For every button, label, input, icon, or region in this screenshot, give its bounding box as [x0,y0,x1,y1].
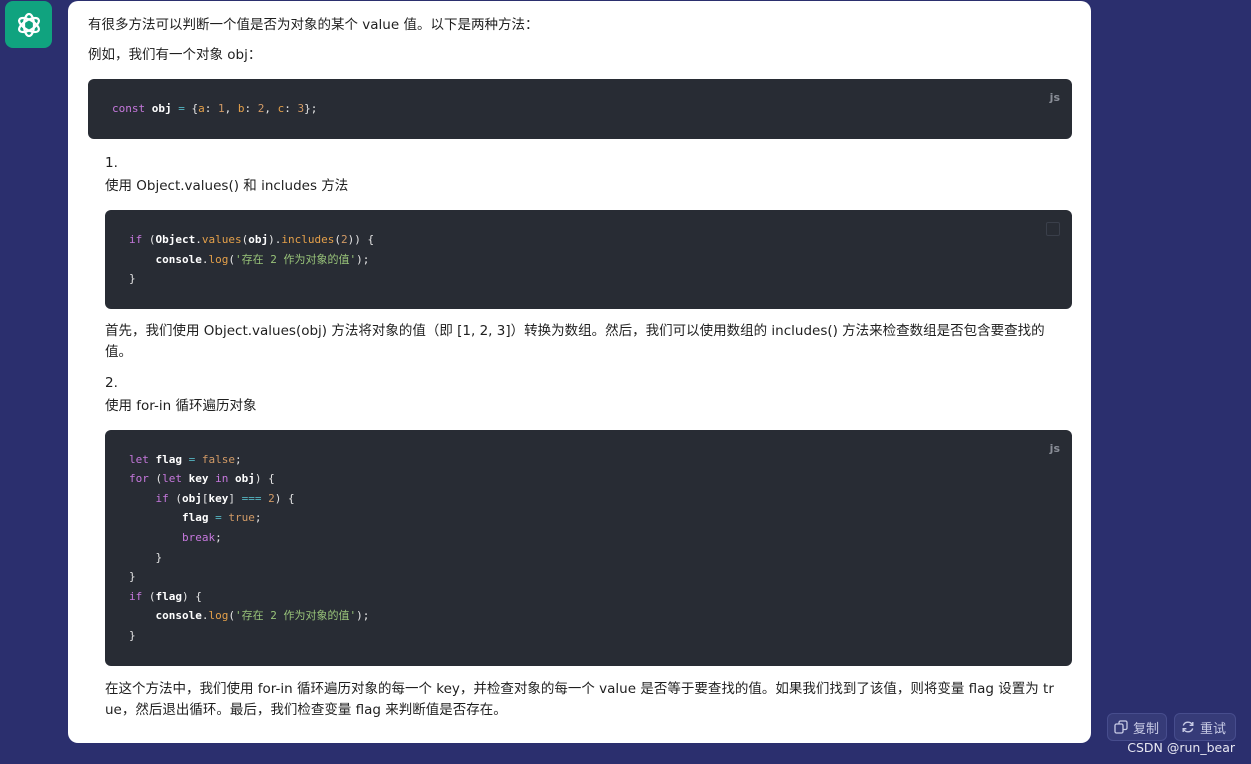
copy-button-label: 复制 [1133,721,1160,737]
code-line: break; [181,531,222,544]
step-2-desc-line: ue，然后退出循环。最后，我们检查变量 flag 来判断值是否存在。 [105,702,507,718]
code-line: } [129,629,136,642]
code-block-object-values[interactable]: if (Object.values(obj).includes(2)) { co… [105,210,1072,309]
code-line: } [155,551,163,564]
code-line: if (flag) { [129,590,202,603]
chatgpt-logo-avatar [5,1,52,48]
code-line: const obj = {a: 1, b: 2, c: 3}; [112,102,318,115]
code-lang-label: js [1049,91,1060,104]
step-2-desc-line: 在这个方法中，我们使用 for-in 循环遍历对象的每一个 key，并检查对象的… [105,681,1054,697]
step-1-description: 首先，我们使用 Object.values(obj) 方法将对象的值（即 [1,… [105,321,1065,363]
step-2-number: 2. [105,375,118,391]
step-2-title: 使用 for-in 循环遍历对象 [105,398,257,414]
step-1-title: 使用 Object.values() 和 includes 方法 [105,178,349,194]
code-string: '存在 2 作为对象的值' [234,253,357,266]
code-block-for-in[interactable]: js let flag = false; for (let key in obj… [105,430,1072,666]
refresh-icon [1182,721,1194,733]
code-line: console.log('存在 2 作为对象的值'); [155,609,370,622]
code-line: console.log('存在 2 作为对象的值'); [155,253,370,266]
code-line: if (obj[key] === 2) { [155,492,295,505]
copy-code-icon[interactable] [1046,222,1060,236]
copy-button[interactable]: 复制 [1107,713,1167,741]
code-line: } [129,272,136,285]
step-2-description: 在这个方法中，我们使用 for-in 循环遍历对象的每一个 key，并检查对象的… [105,679,1070,721]
code-lang-label: js [1049,442,1060,455]
code-line: let flag = false; [129,453,242,466]
retry-button-label: 重试 [1200,721,1227,737]
openai-logo-icon [17,12,40,37]
step-1-desc-line: 首先，我们使用 Object.values(obj) 方法将对象的值（即 [1,… [105,323,1045,339]
code-line: } [129,570,136,583]
assistant-message-card: 有很多方法可以判断一个值是否为对象的某个 value 值。以下是两种方法： 例如… [68,1,1091,743]
step-1-desc-line: 值。 [105,344,132,360]
code-string: '存在 2 作为对象的值' [234,609,357,622]
retry-button[interactable]: 重试 [1174,713,1236,741]
copy-icon [1114,720,1128,734]
example-text: 例如，我们有一个对象 obj： [88,47,262,63]
step-1-number: 1. [105,155,118,171]
code-line: if (Object.values(obj).includes(2)) { [129,233,375,246]
intro-text: 有很多方法可以判断一个值是否为对象的某个 value 值。以下是两种方法： [88,17,539,33]
csdn-watermark: CSDN @run_bear [1127,740,1235,755]
code-line: flag = true; [181,511,262,524]
code-block-obj[interactable]: js const obj = {a: 1, b: 2, c: 3}; [88,79,1072,139]
code-line: for (let key in obj) { [129,472,275,485]
